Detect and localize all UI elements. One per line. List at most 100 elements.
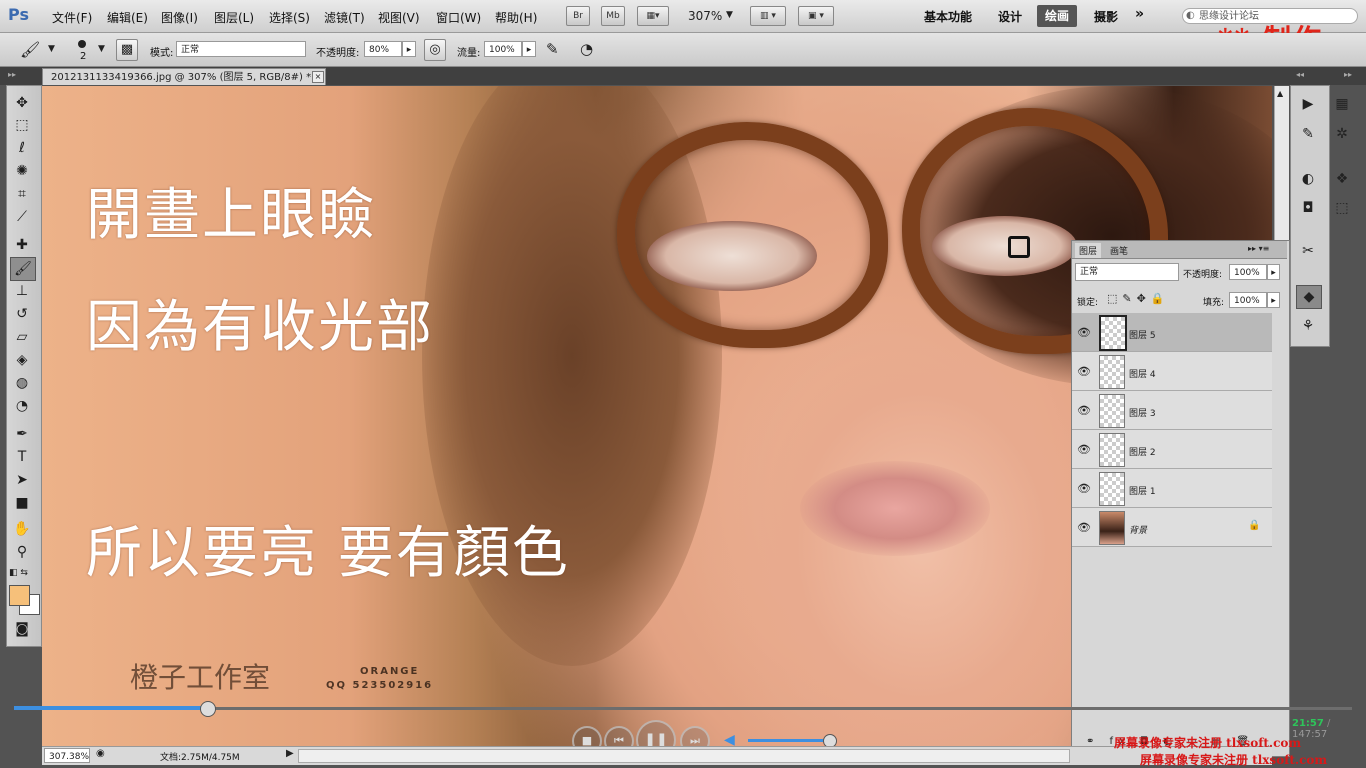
chevron-right-icon[interactable]: ▸ xyxy=(522,41,536,57)
panel-collapse-icon[interactable]: ◂◂ xyxy=(1296,70,1304,79)
workspace-design[interactable]: 设计 xyxy=(998,8,1022,25)
document-size: 文档:2.75M/4.75M xyxy=(160,753,240,763)
blend-mode-select[interactable]: 正常 xyxy=(1075,263,1179,281)
zoom-level-dropdown[interactable]: 307% xyxy=(688,9,722,23)
view-extras-button[interactable]: ▦▾ xyxy=(637,6,669,26)
lock-icon: 🔒 xyxy=(1248,520,1261,531)
quick-select-tool-icon[interactable]: ✺ xyxy=(10,160,34,182)
zoom-tool-icon[interactable]: ⚲ xyxy=(10,541,34,563)
tool-presets-icon[interactable]: ✂ xyxy=(1296,240,1320,262)
video-progress-fill xyxy=(14,706,207,710)
menu-layer[interactable]: 图层(L) xyxy=(214,9,254,26)
marquee-tool-icon[interactable]: ⬚ xyxy=(10,114,34,136)
menu-select[interactable]: 选择(S) xyxy=(269,9,310,26)
caption-line-3: 所以要亮 要有顏色 xyxy=(86,521,570,586)
brush-preset-dot[interactable] xyxy=(78,40,86,48)
navigator-icon[interactable]: ⬚ xyxy=(1330,197,1354,219)
hand-tool-icon[interactable]: ✋ xyxy=(10,518,34,540)
horizontal-scrollbar[interactable] xyxy=(298,749,1070,763)
default-colors-icon[interactable]: ◧ ⇆ xyxy=(9,568,28,578)
chevron-down-icon[interactable]: ▼ xyxy=(48,44,55,54)
arrange-documents-button[interactable]: ▥ ▾ xyxy=(750,6,786,26)
close-icon[interactable]: × xyxy=(312,71,324,83)
lock-label: 锁定: xyxy=(1077,298,1099,308)
status-info-icon[interactable]: ◉ xyxy=(96,748,105,759)
menu-filter[interactable]: 滤镜(T) xyxy=(324,9,365,26)
actions-panel-icon[interactable]: ▶ xyxy=(1296,93,1320,115)
masks-icon[interactable]: ◘ xyxy=(1296,197,1320,219)
menu-edit[interactable]: 编辑(E) xyxy=(107,9,148,26)
channels-icon[interactable]: ⚘ xyxy=(1296,315,1320,337)
pen-tool-icon[interactable]: ✒ xyxy=(10,423,34,445)
eye-icon[interactable]: 👁 xyxy=(1077,404,1091,417)
adjustments-icon[interactable]: ◐ xyxy=(1296,168,1320,190)
eye-icon[interactable]: 👁 xyxy=(1077,521,1091,534)
bridge-button[interactable]: Br xyxy=(566,6,590,26)
menu-view[interactable]: 视图(V) xyxy=(378,9,420,26)
layers-panel-icon[interactable]: ◆ xyxy=(1296,285,1322,309)
chevron-down-icon[interactable]: ▼ xyxy=(726,10,733,20)
shape-tool-icon[interactable]: ■ xyxy=(10,492,34,514)
history-brush-icon[interactable]: ↺ xyxy=(10,303,34,325)
color-panel-icon[interactable]: ❖ xyxy=(1330,168,1354,190)
screen-mode-button[interactable]: ▣ ▾ xyxy=(798,6,834,26)
workspace-more[interactable]: » xyxy=(1135,6,1144,22)
paint-bucket-icon[interactable]: ◈ xyxy=(10,349,34,371)
video-progress-handle[interactable] xyxy=(200,701,216,717)
menu-window[interactable]: 窗口(W) xyxy=(436,9,481,26)
lock-icons[interactable]: ⬚✎✥🔒 xyxy=(1107,292,1170,305)
status-menu-icon[interactable]: ▶ xyxy=(286,748,294,759)
mode-select[interactable]: 正常 xyxy=(176,41,306,57)
mini-bridge-button[interactable]: Mb xyxy=(601,6,625,26)
brush-tool-icon[interactable]: 🖌 xyxy=(10,257,36,281)
move-tool-icon[interactable]: ✥ xyxy=(10,92,34,114)
opacity-field[interactable]: 80% xyxy=(364,41,402,57)
tab-brush[interactable]: 画笔 xyxy=(1106,243,1132,258)
pressure-size-icon[interactable]: ◔ xyxy=(580,40,593,58)
menu-image[interactable]: 图像(I) xyxy=(161,9,198,26)
document-tab[interactable]: 20121311334193​66.jpg @ 307% (图层 5, RGB/… xyxy=(42,68,326,85)
panel-menu-icon[interactable]: ▸▸ ▾≡ xyxy=(1248,244,1269,253)
layer-opacity-field[interactable]: 100% xyxy=(1229,264,1267,280)
eye-icon[interactable]: 👁 xyxy=(1077,482,1091,495)
crop-tool-icon[interactable]: ⌗ xyxy=(10,183,34,205)
zoom-field[interactable]: 307.38% xyxy=(44,748,90,763)
chevron-up-icon[interactable]: ▲ xyxy=(1277,89,1283,98)
dodge-tool-icon[interactable]: ◔ xyxy=(10,395,34,417)
eyedropper-tool-icon[interactable]: ⟋ xyxy=(10,206,34,228)
toolbox-collapse-icon[interactable]: ▸▸ xyxy=(8,70,16,79)
eye-icon[interactable]: 👁 xyxy=(1077,443,1091,456)
chevron-right-icon[interactable]: ▸ xyxy=(1267,264,1280,280)
eye-icon[interactable]: 👁 xyxy=(1077,365,1091,378)
brush-tool-icon[interactable]: 🖌 xyxy=(20,40,40,59)
layer-name: 图层 4 xyxy=(1129,370,1156,380)
airbrush-icon[interactable]: ✎ xyxy=(546,40,559,58)
quick-mask-icon[interactable]: ◙ xyxy=(10,618,34,640)
brush-panel-toggle-icon[interactable]: ▩ xyxy=(116,39,138,61)
clone-source-icon[interactable]: ✲ xyxy=(1330,123,1354,145)
workspace-photography[interactable]: 摄影 xyxy=(1094,8,1118,25)
menu-file[interactable]: 文件(F) xyxy=(52,9,92,26)
chevron-down-icon[interactable]: ▼ xyxy=(98,44,105,54)
chevron-right-icon[interactable]: ▸ xyxy=(402,41,416,57)
eraser-tool-icon[interactable]: ▱ xyxy=(10,326,34,348)
blur-tool-icon[interactable]: ◍ xyxy=(10,372,34,394)
swatches-panel-icon[interactable]: ▦ xyxy=(1330,93,1354,115)
type-tool-icon[interactable]: T xyxy=(10,446,34,468)
fill-field[interactable]: 100% xyxy=(1229,292,1267,308)
path-select-icon[interactable]: ➤ xyxy=(10,469,34,491)
chevron-right-icon[interactable]: ▸ xyxy=(1267,292,1280,308)
panel-expand-icon[interactable]: ▸▸ xyxy=(1344,70,1352,79)
healing-brush-icon[interactable]: ✚ xyxy=(10,234,34,256)
foreground-color-swatch[interactable] xyxy=(9,585,30,606)
menu-help[interactable]: 帮助(H) xyxy=(495,9,537,26)
workspace-painting[interactable]: 绘画 xyxy=(1037,5,1077,27)
workspace-essentials[interactable]: 基本功能 xyxy=(924,8,972,25)
flow-field[interactable]: 100% xyxy=(484,41,522,57)
lasso-tool-icon[interactable]: ℓ xyxy=(10,137,34,159)
eye-icon[interactable]: 👁 xyxy=(1077,326,1091,339)
tab-layers[interactable]: 图层 xyxy=(1075,243,1102,258)
clone-stamp-icon[interactable]: ⊥ xyxy=(10,280,34,302)
pressure-opacity-icon[interactable]: ◎ xyxy=(424,39,446,61)
brush-presets-icon[interactable]: ✎ xyxy=(1296,123,1320,145)
